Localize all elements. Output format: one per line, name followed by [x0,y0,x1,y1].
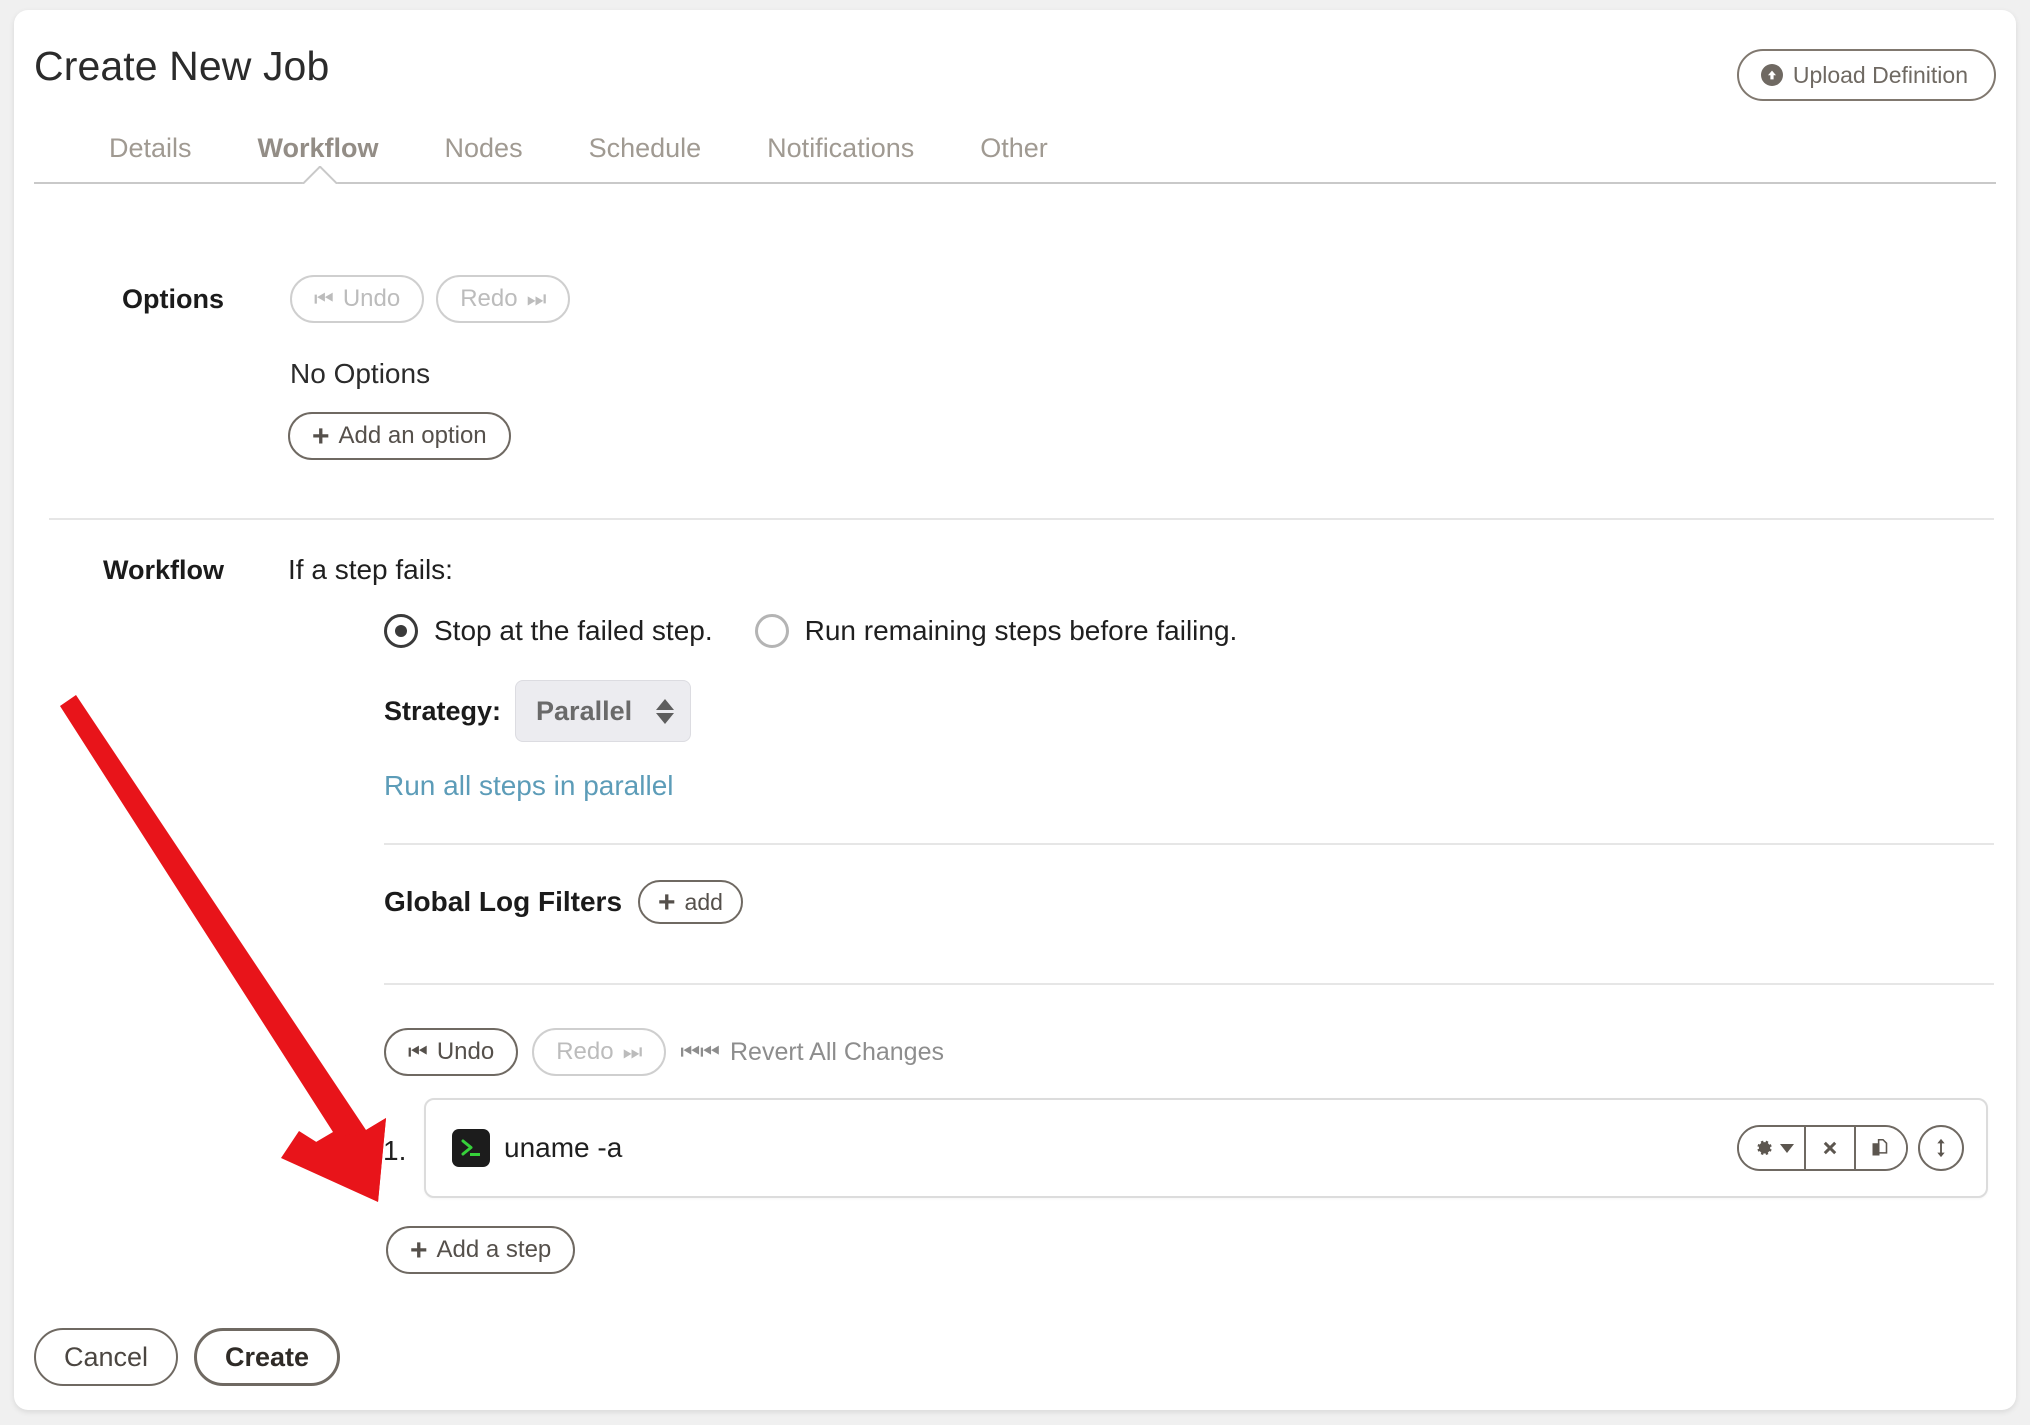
tab-notifications[interactable]: Notifications [734,133,947,164]
chevron-down-icon [1780,1143,1794,1153]
cancel-label: Cancel [64,1341,149,1372]
global-log-filters-add-button[interactable]: + add [638,880,743,924]
failure-behavior-radio-group: Stop at the failed step. Run remaining s… [384,614,1237,648]
create-label: Create [225,1341,310,1372]
workflow-redo-label: Redo [556,1038,614,1065]
no-options-text: No Options [290,358,431,389]
revert-rewind-icon: ⏮⏮ [680,1039,720,1064]
global-log-filters-row: Global Log Filters + add [384,880,743,924]
create-job-card: Create New Job Upload Definition Details… [14,10,2016,1410]
upload-circle-icon [1760,64,1783,86]
page-title: Create New Job [34,43,330,89]
radio-run-remaining-steps[interactable]: Run remaining steps before failing. [754,614,1238,648]
upload-definition-label: Upload Definition [1792,61,1968,88]
workflow-history-toolbar: ⏮ Undo Redo ⏭ ⏮⏮ Revert All Changes [384,1028,944,1076]
terminal-icon [452,1129,490,1167]
step-content: uname -a [452,1129,622,1167]
radio-run-remaining-label: Run remaining steps before failing. [804,615,1238,646]
radio-selected-icon [384,614,418,648]
select-spinner-icon [656,698,675,724]
upload-definition-button[interactable]: Upload Definition [1736,49,1996,101]
strategy-label: Strategy: [384,695,502,726]
workflow-undo-label: Undo [436,1038,495,1065]
step-move-button[interactable] [1918,1125,1964,1171]
section-divider-2 [384,843,1994,845]
add-a-step-button[interactable]: + Add a step [386,1226,576,1274]
step-command-text: uname -a [504,1132,623,1163]
if-step-fails-label: If a step fails: [288,554,453,585]
active-tab-caret-icon [302,166,338,184]
revert-all-changes-button[interactable]: ⏮⏮ Revert All Changes [680,1038,944,1067]
step-delete-button[interactable] [1806,1127,1856,1169]
strategy-select[interactable]: Parallel [515,680,692,742]
step-action-buttons [1737,1125,1964,1171]
radio-stop-at-failed-step[interactable]: Stop at the failed step. [384,614,713,648]
tab-workflow[interactable]: Workflow [225,133,412,164]
add-an-option-label: Add an option [338,422,487,449]
tab-details[interactable]: Details [76,133,225,164]
move-updown-icon [1937,1138,1945,1158]
step-number: 1. [383,1135,407,1166]
gear-icon [1757,1140,1772,1155]
global-log-filters-label: Global Log Filters [384,886,623,917]
add-a-step-label: Add a step [436,1236,552,1263]
tab-schedule[interactable]: Schedule [556,133,735,164]
step-button-group [1737,1125,1908,1171]
options-history-buttons: ⏮ Undo Redo ⏭ [290,275,571,323]
tab-nodes[interactable]: Nodes [412,133,556,164]
strategy-selected-value: Parallel [536,695,633,726]
tab-other[interactable]: Other [947,133,1081,164]
workflow-section-label: Workflow [103,555,224,585]
step-settings-dropdown-button[interactable] [1739,1127,1806,1169]
strategy-row: Strategy: Parallel [384,680,692,742]
add-an-option-button[interactable]: + Add an option [288,412,511,460]
options-undo-label: Undo [342,285,401,312]
redo-step-forward-icon: ⏭ [526,286,547,311]
close-x-icon [1823,1141,1837,1155]
section-divider-1 [49,518,1994,520]
cancel-button[interactable]: Cancel [34,1328,179,1386]
duplicate-icon [1872,1138,1887,1155]
options-section-label: Options [122,284,224,314]
radio-stop-label: Stop at the failed step. [434,615,713,646]
run-all-steps-in-parallel-link[interactable]: Run all steps in parallel [384,770,674,802]
page-header: Create New Job Upload Definition [14,10,2016,130]
options-redo-label: Redo [460,285,518,312]
workflow-redo-button[interactable]: Redo ⏭ [532,1028,667,1076]
global-log-filters-add-label: add [684,888,723,915]
undo-step-back-icon: ⏮ [408,1039,428,1064]
create-button[interactable]: Create [194,1328,341,1386]
section-divider-3 [384,983,1994,985]
workflow-undo-button[interactable]: ⏮ Undo [384,1028,519,1076]
step-duplicate-button[interactable] [1856,1127,1906,1169]
workflow-step-row[interactable]: uname -a [424,1098,1988,1198]
revert-all-changes-label: Revert All Changes [729,1037,944,1066]
redo-step-forward-icon: ⏭ [622,1039,643,1064]
options-undo-button[interactable]: ⏮ Undo [290,275,425,323]
undo-step-back-icon: ⏮ [314,286,334,311]
options-redo-button[interactable]: Redo ⏭ [436,275,571,323]
radio-unselected-icon [754,614,789,648]
